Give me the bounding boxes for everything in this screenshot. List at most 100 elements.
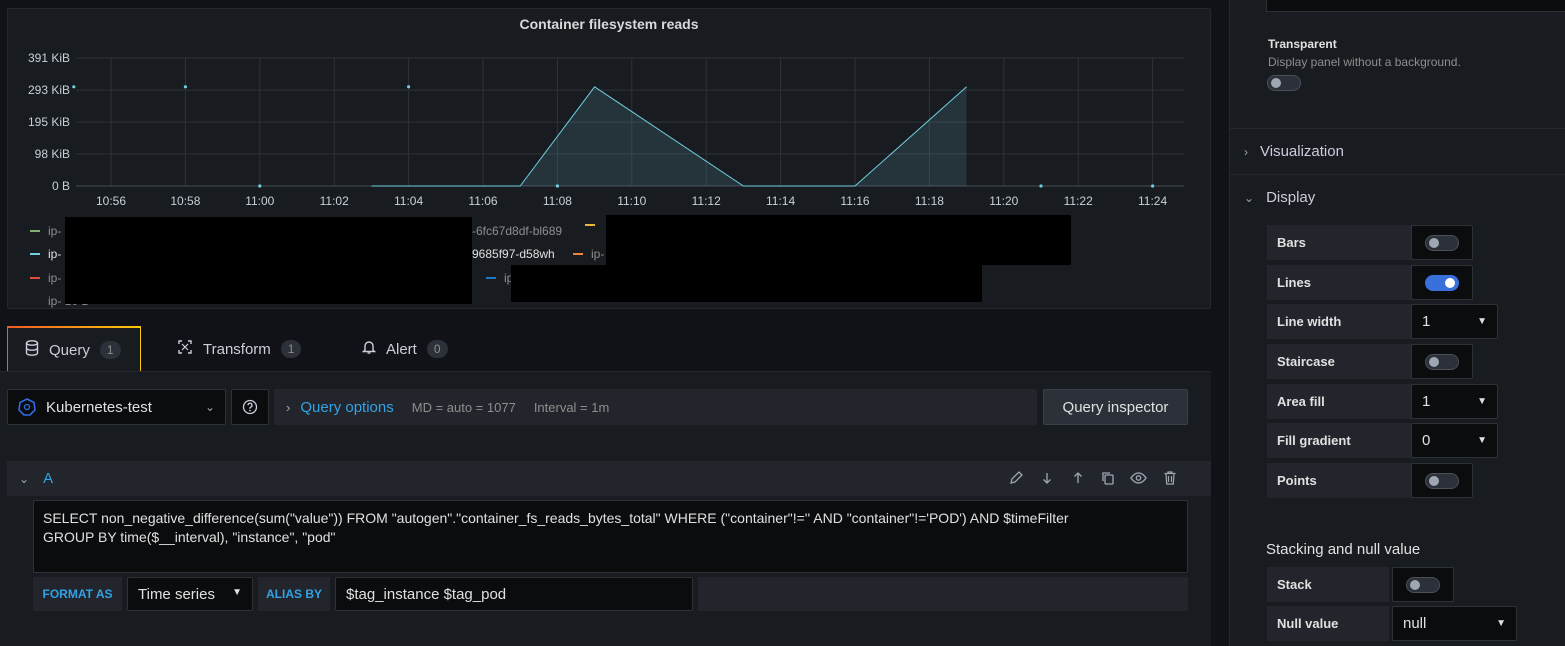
stack-label: Stack: [1267, 567, 1389, 602]
query-options-label[interactable]: Query options: [300, 399, 393, 416]
datasource-picker[interactable]: Kubernetes-test ⌄: [7, 389, 226, 425]
y-tick-label: 391 KiB: [28, 51, 70, 65]
datasource-name: Kubernetes-test: [46, 398, 152, 416]
points-toggle[interactable]: [1425, 472, 1459, 489]
toggle-knob: [1410, 579, 1420, 590]
chevron-down-icon: ⌄: [1244, 190, 1255, 205]
legend-label: ip-: [48, 271, 62, 285]
x-tick-label: 11:04: [394, 194, 423, 208]
legend-swatch: [573, 253, 583, 255]
legend-swatch: [30, 230, 40, 232]
pencil-icon[interactable]: [1008, 470, 1024, 489]
description-input[interactable]: [1266, 0, 1565, 12]
query-ref-id[interactable]: A: [43, 470, 53, 487]
bars-toggle-box[interactable]: [1411, 225, 1473, 260]
arrow-up-icon[interactable]: [1072, 470, 1084, 489]
transform-icon: [177, 339, 193, 359]
null-value-label: Null value: [1267, 606, 1389, 641]
select-value: 1: [1422, 393, 1431, 410]
toggle-knob: [1429, 356, 1439, 367]
data-point: [1151, 184, 1155, 188]
eye-icon[interactable]: [1130, 470, 1147, 489]
redaction-block: [65, 217, 472, 304]
alias-by-input[interactable]: $tag_instance $tag_pod: [335, 577, 693, 611]
points-toggle-box[interactable]: [1411, 463, 1473, 498]
legend-label: -6fc67d8df-bl689: [472, 224, 563, 238]
format-as-select[interactable]: Time series ▼: [127, 577, 253, 611]
caret-down-icon: ▼: [1496, 618, 1506, 629]
select-value: 1: [1422, 313, 1431, 330]
legend-item[interactable]: ip: [486, 271, 513, 285]
legend-swatch: [30, 300, 40, 302]
arrow-down-icon[interactable]: [1041, 470, 1053, 489]
tab-count-badge: 1: [99, 341, 121, 359]
legend-label: ip-: [591, 247, 605, 261]
x-tick-label: 11:06: [468, 194, 497, 208]
legend-item[interactable]: ip-: [30, 271, 61, 285]
tab-count-badge: 1: [280, 340, 302, 358]
tab-count-badge: 0: [426, 340, 448, 358]
database-icon: [25, 340, 39, 360]
format-as-label: FORMAT AS: [33, 577, 122, 611]
caret-down-icon: ▼: [1477, 396, 1487, 407]
lines-toggle[interactable]: [1425, 274, 1459, 291]
query-text-editor[interactable]: SELECT non_negative_difference(sum("valu…: [33, 500, 1188, 573]
tab-transform[interactable]: Transform 1: [177, 326, 302, 372]
copy-icon[interactable]: [1100, 470, 1116, 489]
staircase-toggle[interactable]: [1425, 353, 1459, 370]
caret-down-icon: ▼: [1477, 316, 1487, 327]
section-display[interactable]: ⌄ Display: [1230, 174, 1565, 220]
tab-alert[interactable]: Alert 0: [361, 326, 448, 372]
bell-icon: [361, 339, 377, 359]
fill-gradient-select[interactable]: 0 ▼: [1411, 423, 1498, 458]
toggle-knob: [1271, 78, 1281, 88]
x-tick-label: 11:10: [617, 194, 646, 208]
data-point: [555, 184, 560, 188]
legend-item[interactable]: ip-: [573, 247, 604, 261]
legend-item[interactable]: -6fc67d8df-bl689: [472, 224, 562, 238]
interval-info: Interval = 1m: [533, 399, 610, 415]
line-width-select[interactable]: 1 ▼: [1411, 304, 1498, 339]
legend-item[interactable]: 9685f97-d58wh: [472, 247, 555, 261]
panel-options-pane: Transparent Display panel without a back…: [1229, 0, 1565, 646]
toggle-knob: [1445, 277, 1455, 288]
legend-label: ip-: [48, 224, 62, 238]
query-row-header[interactable]: ⌄ A: [7, 461, 1211, 496]
data-point: [407, 85, 411, 89]
query-inspector-button[interactable]: Query inspector: [1043, 389, 1188, 425]
transparent-option-description: Display panel without a background.: [1268, 55, 1461, 69]
legend-swatch: [30, 253, 40, 255]
toggle-knob: [1429, 237, 1439, 248]
x-tick-label: 11:02: [320, 194, 349, 208]
legend-item[interactable]: ip-: [30, 247, 61, 261]
legend-label: 9685f97-d58wh: [472, 247, 555, 261]
staircase-toggle-box[interactable]: [1411, 344, 1473, 379]
legend-swatch: [585, 224, 595, 226]
y-tick-label: 98 KiB: [35, 147, 70, 161]
x-tick-label: 11:08: [543, 194, 572, 208]
data-point: [72, 85, 76, 89]
tab-query[interactable]: Query 1: [7, 326, 141, 372]
trash-icon[interactable]: [1163, 470, 1177, 489]
stack-toggle-box[interactable]: [1392, 567, 1454, 602]
null-value-select[interactable]: null ▼: [1392, 606, 1517, 641]
bars-toggle[interactable]: [1425, 234, 1459, 251]
legend-item[interactable]: ip-: [30, 224, 61, 238]
time-series-graph[interactable]: 391 KiB 293 KiB 195 KiB 98 KiB 0 B 10:56 10:5…: [8, 9, 1211, 219]
caret-down-icon: ▼: [1477, 435, 1487, 446]
stack-toggle[interactable]: [1406, 576, 1440, 593]
alias-by-label: ALIAS BY: [258, 577, 330, 611]
x-tick-label: 10:58: [170, 194, 200, 208]
toggle-knob: [1429, 475, 1439, 486]
area-fill-select[interactable]: 1 ▼: [1411, 384, 1498, 419]
data-point: [258, 184, 262, 188]
editor-tabs: Query 1 Transform 1 Alert 0: [7, 326, 1211, 372]
lines-toggle-box[interactable]: [1411, 265, 1473, 300]
legend-item[interactable]: [585, 224, 603, 226]
help-button[interactable]: [231, 389, 269, 425]
form-filler: [698, 577, 1188, 611]
section-visualization[interactable]: › Visualization: [1230, 128, 1565, 174]
chevron-down-icon[interactable]: ⌄: [19, 472, 29, 486]
query-options-bar[interactable]: › Query options MD = auto = 1077 Interva…: [274, 389, 1037, 425]
transparent-toggle[interactable]: [1267, 75, 1301, 91]
